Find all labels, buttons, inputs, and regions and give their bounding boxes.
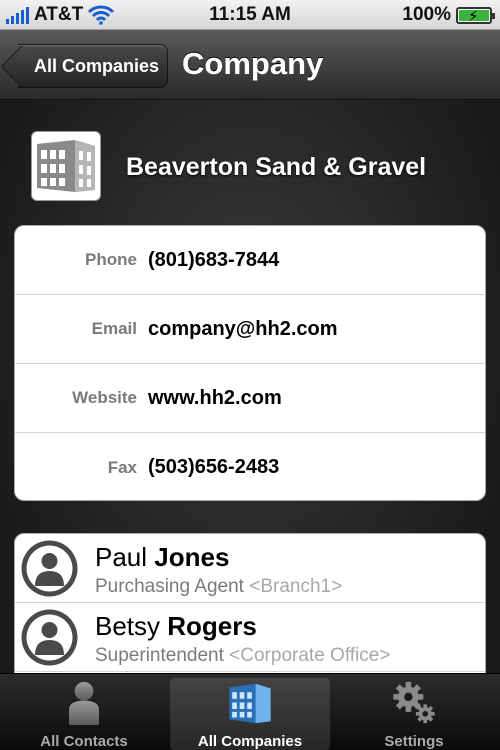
detail-label: Fax bbox=[107, 457, 137, 477]
company-logo bbox=[31, 131, 101, 201]
back-button[interactable]: All Companies bbox=[18, 44, 168, 88]
contact-title: Purchasing Agent bbox=[95, 576, 244, 597]
building-icon bbox=[37, 140, 95, 192]
contact-branch: <Corporate Office> bbox=[229, 645, 391, 666]
avatar-icon bbox=[21, 540, 78, 597]
detail-row-fax[interactable]: Fax (503)656-2483 bbox=[15, 433, 485, 500]
building-icon bbox=[229, 683, 271, 724]
tab-all-companies[interactable]: All Companies bbox=[170, 678, 330, 750]
status-bar: AT&T 11:15 AM 100% ⚡ bbox=[0, 0, 500, 30]
detail-value: company@hh2.com bbox=[148, 317, 338, 340]
contact-row[interactable]: Paul Jones Purchasing Agent <Branch1> bbox=[15, 534, 485, 603]
tab-label: All Companies bbox=[197, 733, 303, 750]
contact-subtitle: Superintendent <Corporate Office> bbox=[95, 645, 390, 667]
contact-last-name: Rogers bbox=[167, 611, 257, 641]
detail-label: Phone bbox=[85, 250, 137, 269]
detail-label: Email bbox=[91, 319, 137, 338]
company-header: Beaverton Sand & Gravel bbox=[31, 131, 481, 201]
charging-bolt-icon: ⚡ bbox=[468, 7, 479, 25]
tab-label: All Contacts bbox=[40, 733, 128, 750]
detail-row-email[interactable]: Email company@hh2.com bbox=[15, 295, 485, 364]
contact-title: Superintendent bbox=[95, 645, 224, 666]
page-title: Company bbox=[182, 46, 324, 81]
tab-label: Settings bbox=[384, 733, 444, 750]
contact-branch: <Branch1> bbox=[249, 576, 343, 597]
gear-icon bbox=[393, 681, 435, 724]
navigation-bar: All Companies Company bbox=[0, 30, 500, 100]
battery-icon: ⚡ bbox=[456, 6, 495, 25]
contact-name: Paul Jones bbox=[95, 542, 229, 573]
contact-subtitle: Purchasing Agent <Branch1> bbox=[95, 576, 342, 598]
tab-all-contacts[interactable]: All Contacts bbox=[4, 678, 164, 750]
company-name: Beaverton Sand & Gravel bbox=[126, 153, 427, 181]
tab-bar: All Contacts All Companies Settings bbox=[0, 673, 500, 750]
person-icon bbox=[69, 681, 99, 725]
tab-settings[interactable]: Settings bbox=[334, 678, 494, 750]
contacts-list: Paul Jones Purchasing Agent <Branch1> Be… bbox=[14, 533, 486, 673]
contact-name: Betsy Rogers bbox=[95, 611, 257, 642]
back-button-label: All Companies bbox=[33, 55, 160, 76]
contact-row[interactable]: Betsy Rogers Superintendent <Corporate O… bbox=[15, 603, 485, 672]
detail-value: (801)683-7844 bbox=[148, 248, 280, 271]
detail-value: (503)656-2483 bbox=[148, 456, 280, 478]
contact-first-name: Paul bbox=[95, 542, 148, 572]
contact-last-name: Jones bbox=[154, 542, 230, 572]
avatar-icon bbox=[21, 609, 78, 666]
detail-row-website[interactable]: Website www.hh2.com bbox=[15, 364, 485, 433]
battery-percent: 100% bbox=[402, 4, 451, 25]
detail-label: Website bbox=[72, 388, 137, 407]
content-area: Beaverton Sand & Gravel Phone (801)683-7… bbox=[0, 100, 500, 673]
status-right: 100% ⚡ bbox=[402, 4, 495, 26]
detail-value: www.hh2.com bbox=[148, 386, 282, 409]
contact-first-name: Betsy bbox=[95, 611, 161, 641]
detail-row-phone[interactable]: Phone (801)683-7844 bbox=[15, 226, 485, 295]
company-details-card: Phone (801)683-7844 Email company@hh2.co… bbox=[14, 225, 486, 501]
